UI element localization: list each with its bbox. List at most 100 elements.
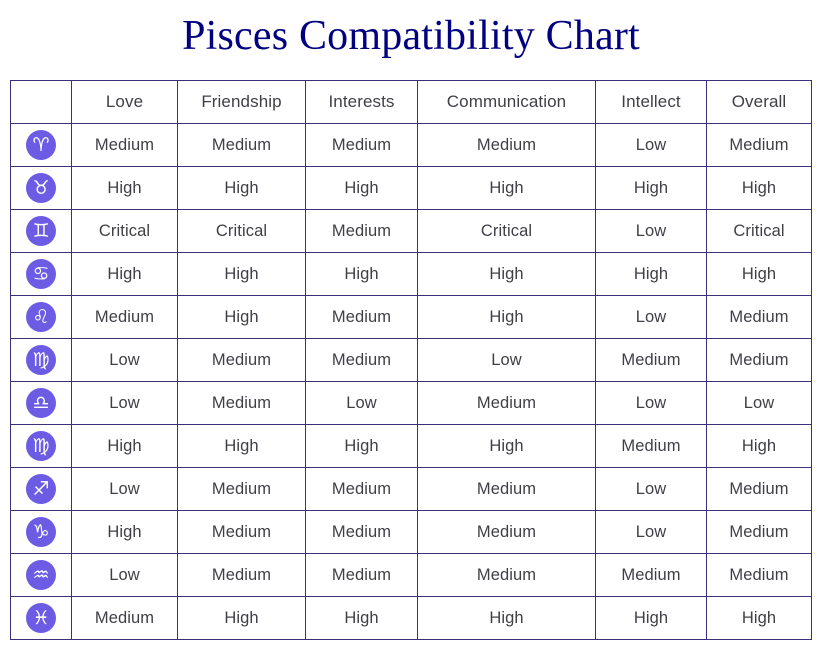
zodiac-sagittarius-icon: ♐: [26, 474, 56, 504]
cell-gemini-overall: Critical: [706, 209, 812, 253]
cell-capricorn-intellect: Low: [595, 510, 707, 554]
cell-capricorn-overall: Medium: [706, 510, 812, 554]
table-row: ♉ High High High High High High: [10, 166, 812, 210]
cell-scorpio-overall: High: [706, 424, 812, 468]
cell-capricorn-communication: Medium: [417, 510, 596, 554]
page-title: Pisces Compatibility Chart: [182, 13, 640, 59]
cell-aquarius-communication: Medium: [417, 553, 596, 597]
zodiac-scorpio-icon: ♍: [26, 431, 56, 461]
zodiac-glyph: ♊: [32, 219, 50, 242]
cell-libra-interests: Low: [305, 381, 418, 425]
sign-cell-sagittarius: ♐: [10, 467, 72, 511]
sign-cell-cancer: ♋: [10, 252, 72, 296]
table-row: ♈ Medium Medium Medium Medium Low Medium: [10, 123, 812, 167]
sign-cell-pisces: ♓: [10, 596, 72, 640]
cell-virgo-communication: Low: [417, 338, 596, 382]
cell-sagittarius-interests: Medium: [305, 467, 418, 511]
cell-taurus-overall: High: [706, 166, 812, 210]
sign-cell-virgo: ♍: [10, 338, 72, 382]
zodiac-libra-icon: ♎: [26, 388, 56, 418]
sign-cell-aries: ♈: [10, 123, 72, 167]
cell-taurus-interests: High: [305, 166, 418, 210]
cell-sagittarius-intellect: Low: [595, 467, 707, 511]
cell-aquarius-intellect: Medium: [595, 553, 707, 597]
cell-taurus-friendship: High: [177, 166, 306, 210]
table-row: ♒ Low Medium Medium Medium Medium Medium: [10, 553, 812, 597]
cell-pisces-love: Medium: [71, 596, 178, 640]
cell-leo-communication: High: [417, 295, 596, 339]
zodiac-glyph: ♌: [32, 305, 50, 328]
cell-taurus-communication: High: [417, 166, 596, 210]
zodiac-aquarius-icon: ♒: [26, 560, 56, 590]
cell-cancer-friendship: High: [177, 252, 306, 296]
cell-pisces-communication: High: [417, 596, 596, 640]
cell-leo-friendship: High: [177, 295, 306, 339]
cell-leo-intellect: Low: [595, 295, 707, 339]
cell-scorpio-friendship: High: [177, 424, 306, 468]
cell-taurus-intellect: High: [595, 166, 707, 210]
compatibility-table: Love Friendship Interests Communication …: [10, 80, 812, 640]
cell-aries-communication: Medium: [417, 123, 596, 167]
cell-aries-love: Medium: [71, 123, 178, 167]
cell-cancer-communication: High: [417, 252, 596, 296]
cell-scorpio-intellect: Medium: [595, 424, 707, 468]
cell-libra-friendship: Medium: [177, 381, 306, 425]
sign-cell-libra: ♎: [10, 381, 72, 425]
zodiac-taurus-icon: ♉: [26, 173, 56, 203]
table-row: ♋ High High High High High High: [10, 252, 812, 296]
table-row: ♎ Low Medium Low Medium Low Low: [10, 381, 812, 425]
compatibility-chart-page: Pisces Compatibility Chart Love Friendsh…: [0, 0, 822, 650]
cell-gemini-interests: Medium: [305, 209, 418, 253]
zodiac-leo-icon: ♌: [26, 302, 56, 332]
table-row: ♊ Critical Critical Medium Critical Low Critic…: [10, 209, 812, 253]
sign-cell-leo: ♌: [10, 295, 72, 339]
cell-capricorn-friendship: Medium: [177, 510, 306, 554]
cell-virgo-love: Low: [71, 338, 178, 382]
cell-capricorn-interests: Medium: [305, 510, 418, 554]
cell-virgo-overall: Medium: [706, 338, 812, 382]
zodiac-virgo-icon: ♍: [26, 345, 56, 375]
cell-cancer-interests: High: [305, 252, 418, 296]
cell-capricorn-love: High: [71, 510, 178, 554]
table-row: ♑ High Medium Medium Medium Low Medium: [10, 510, 812, 554]
zodiac-capricorn-icon: ♑: [26, 517, 56, 547]
cell-aries-overall: Medium: [706, 123, 812, 167]
cell-cancer-intellect: High: [595, 252, 707, 296]
column-header-overall: Overall: [706, 80, 812, 124]
zodiac-glyph: ♎: [32, 391, 50, 414]
table-body: ♈ Medium Medium Medium Medium Low Medium ♉ High H…: [10, 123, 812, 640]
cell-aries-intellect: Low: [595, 123, 707, 167]
table-row: ♌ Medium High Medium High Low Medium: [10, 295, 812, 339]
cell-sagittarius-overall: Medium: [706, 467, 812, 511]
cell-scorpio-communication: High: [417, 424, 596, 468]
zodiac-glyph: ♍: [32, 434, 50, 457]
zodiac-pisces-icon: ♓: [26, 603, 56, 633]
zodiac-glyph: ♑: [32, 520, 50, 543]
zodiac-glyph: ♉: [32, 176, 50, 199]
cell-aquarius-friendship: Medium: [177, 553, 306, 597]
cell-leo-interests: Medium: [305, 295, 418, 339]
zodiac-gemini-icon: ♊: [26, 216, 56, 246]
sign-cell-gemini: ♊: [10, 209, 72, 253]
cell-scorpio-interests: High: [305, 424, 418, 468]
cell-pisces-friendship: High: [177, 596, 306, 640]
cell-libra-overall: Low: [706, 381, 812, 425]
cell-pisces-interests: High: [305, 596, 418, 640]
table-row: ♍ High High High High Medium High: [10, 424, 812, 468]
cell-sagittarius-friendship: Medium: [177, 467, 306, 511]
cell-libra-intellect: Low: [595, 381, 707, 425]
cell-cancer-love: High: [71, 252, 178, 296]
cell-pisces-overall: High: [706, 596, 812, 640]
cell-aries-friendship: Medium: [177, 123, 306, 167]
cell-libra-communication: Medium: [417, 381, 596, 425]
table-row: ♐ Low Medium Medium Medium Low Medium: [10, 467, 812, 511]
header-corner-blank: [10, 80, 72, 124]
cell-gemini-communication: Critical: [417, 209, 596, 253]
column-header-interests: Interests: [305, 80, 418, 124]
sign-cell-aquarius: ♒: [10, 553, 72, 597]
cell-virgo-friendship: Medium: [177, 338, 306, 382]
sign-cell-taurus: ♉: [10, 166, 72, 210]
cell-libra-love: Low: [71, 381, 178, 425]
cell-virgo-interests: Medium: [305, 338, 418, 382]
table-header: Love Friendship Interests Communication …: [10, 80, 812, 124]
